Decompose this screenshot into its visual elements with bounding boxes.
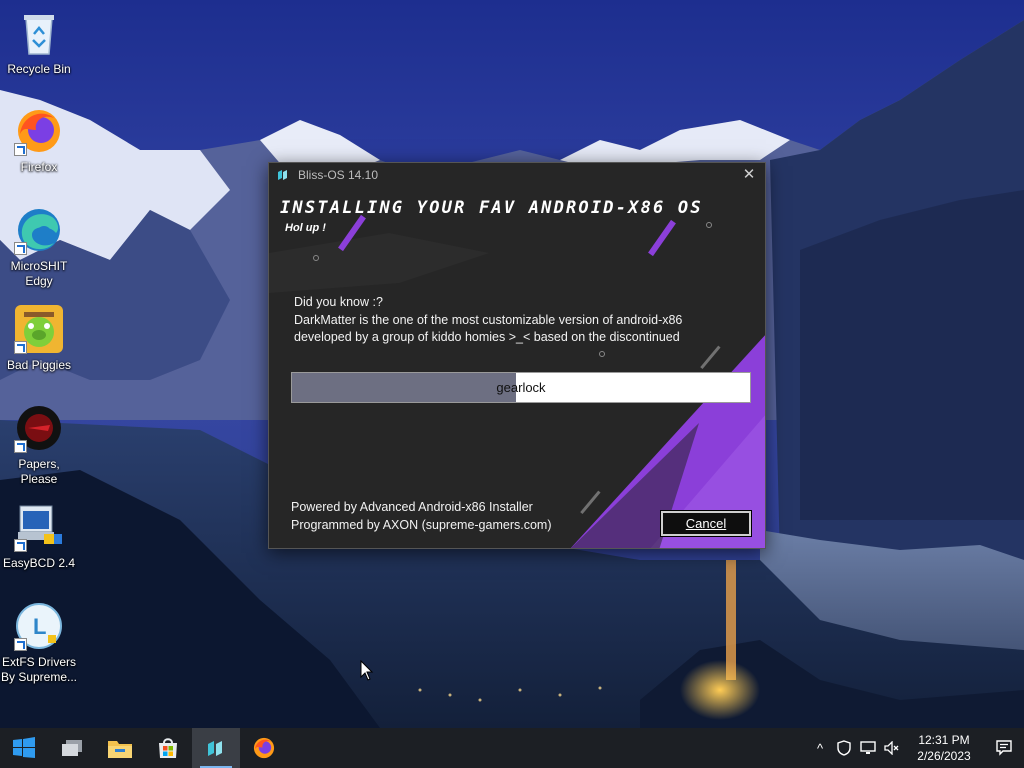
- desktop-icon-label: Firefox: [20, 160, 58, 174]
- desktop-icon-label: MicroSHIT Edgy: [10, 259, 68, 288]
- installer-subhead: Hol up !: [285, 222, 326, 234]
- close-button[interactable]: ✕: [733, 163, 765, 187]
- desktop-icon-recycle-bin[interactable]: Recycle Bin: [0, 8, 78, 77]
- desktop-icon-label: Recycle Bin: [7, 62, 71, 76]
- installer-dialog: Bliss-OS 14.10 ✕ INSTALLING YOUR FAV AND…: [268, 162, 766, 549]
- credits-line: Programmed by AXON (supreme-gamers.com): [291, 517, 552, 532]
- shortcut-arrow-icon: [14, 440, 27, 453]
- firefox-icon: [14, 106, 64, 156]
- bliss-installer-taskbar-button[interactable]: [192, 728, 240, 768]
- task-view-icon: [62, 740, 82, 756]
- desktop-icon-label: ExtFS Drivers By Supreme...: [0, 655, 78, 684]
- tip-line: developed by a group of kiddo homies >_<…: [294, 330, 680, 344]
- progress-label: gearlock: [496, 380, 546, 395]
- desktop-icon-extfs[interactable]: L ExtFS Drivers By Supreme...: [0, 601, 78, 685]
- edge-icon: [14, 205, 64, 255]
- shortcut-arrow-icon: [14, 143, 27, 156]
- show-hidden-icons-button[interactable]: ^: [808, 728, 832, 768]
- security-icon[interactable]: [832, 728, 856, 768]
- clock-time: 12:31 PM: [918, 733, 970, 747]
- desktop-icon-label: Bad Piggies: [6, 358, 72, 372]
- desktop-icon-label: EasyBCD 2.4: [2, 556, 76, 570]
- tip-line: Did you know :?: [294, 295, 383, 309]
- file-explorer-icon: [108, 741, 132, 758]
- desktop-icon-papers-please[interactable]: Papers, Please: [0, 403, 78, 487]
- file-explorer-button[interactable]: [96, 728, 144, 768]
- shortcut-arrow-icon: [14, 539, 27, 552]
- system-tray: ^ 12:31 PM 2/26/2023: [808, 728, 1024, 768]
- dialog-title: Bliss-OS 14.10: [298, 168, 379, 182]
- recycle-bin-icon: [14, 8, 64, 58]
- dialog-background-art: [269, 163, 765, 548]
- dialog-titlebar[interactable]: Bliss-OS 14.10: [269, 163, 765, 187]
- desktop-icon-firefox[interactable]: Firefox: [0, 106, 78, 175]
- start-button[interactable]: [0, 728, 48, 768]
- desktop-icon-edge[interactable]: MicroSHIT Edgy: [0, 205, 78, 289]
- svg-text:L: L: [33, 614, 46, 639]
- clock[interactable]: 12:31 PM 2/26/2023: [904, 732, 984, 764]
- papers-please-icon: [14, 403, 64, 453]
- taskbar: ^ 12:31 PM 2/26/2023: [0, 728, 1024, 768]
- desktop-icon-easybcd[interactable]: EasyBCD 2.4: [0, 502, 78, 571]
- network-icon[interactable]: [856, 728, 880, 768]
- start-icon: [13, 737, 35, 758]
- desktop-icon-bad-piggies[interactable]: Bad Piggies: [0, 304, 78, 373]
- extfs-icon: L: [14, 601, 64, 651]
- desktop-icon-label: Papers, Please: [18, 457, 60, 486]
- firefox-icon: [253, 737, 275, 759]
- cancel-button[interactable]: Cancel: [660, 510, 752, 537]
- bliss-installer-icon: [208, 741, 222, 756]
- volume-muted-icon[interactable]: [880, 728, 904, 768]
- shortcut-arrow-icon: [14, 341, 27, 354]
- shortcut-arrow-icon: [14, 242, 27, 255]
- store-icon: [159, 738, 177, 758]
- easybcd-icon: [14, 502, 64, 552]
- notification-center-button[interactable]: [984, 740, 1024, 756]
- firefox-taskbar-button[interactable]: [240, 728, 288, 768]
- notification-icon: [996, 740, 1012, 756]
- task-view-button[interactable]: [48, 728, 96, 768]
- shortcut-arrow-icon: [14, 638, 27, 651]
- store-button[interactable]: [144, 728, 192, 768]
- did-you-know-text: Did you know :? DarkMatter is the one of…: [294, 294, 734, 347]
- bad-piggies-icon: [14, 304, 64, 354]
- mouse-cursor-icon: [360, 660, 374, 681]
- install-progress-bar: gearlock: [291, 372, 751, 403]
- installer-headline: INSTALLING YOUR FAV ANDROID-X86 OS: [280, 198, 703, 218]
- clock-date: 2/26/2023: [917, 749, 971, 763]
- credits-line: Powered by Advanced Android-x86 Installe…: [291, 500, 533, 514]
- installer-credits: Powered by Advanced Android-x86 Installe…: [291, 499, 552, 534]
- bliss-os-icon: [278, 170, 287, 180]
- tip-line: DarkMatter is the one of the most custom…: [294, 312, 683, 327]
